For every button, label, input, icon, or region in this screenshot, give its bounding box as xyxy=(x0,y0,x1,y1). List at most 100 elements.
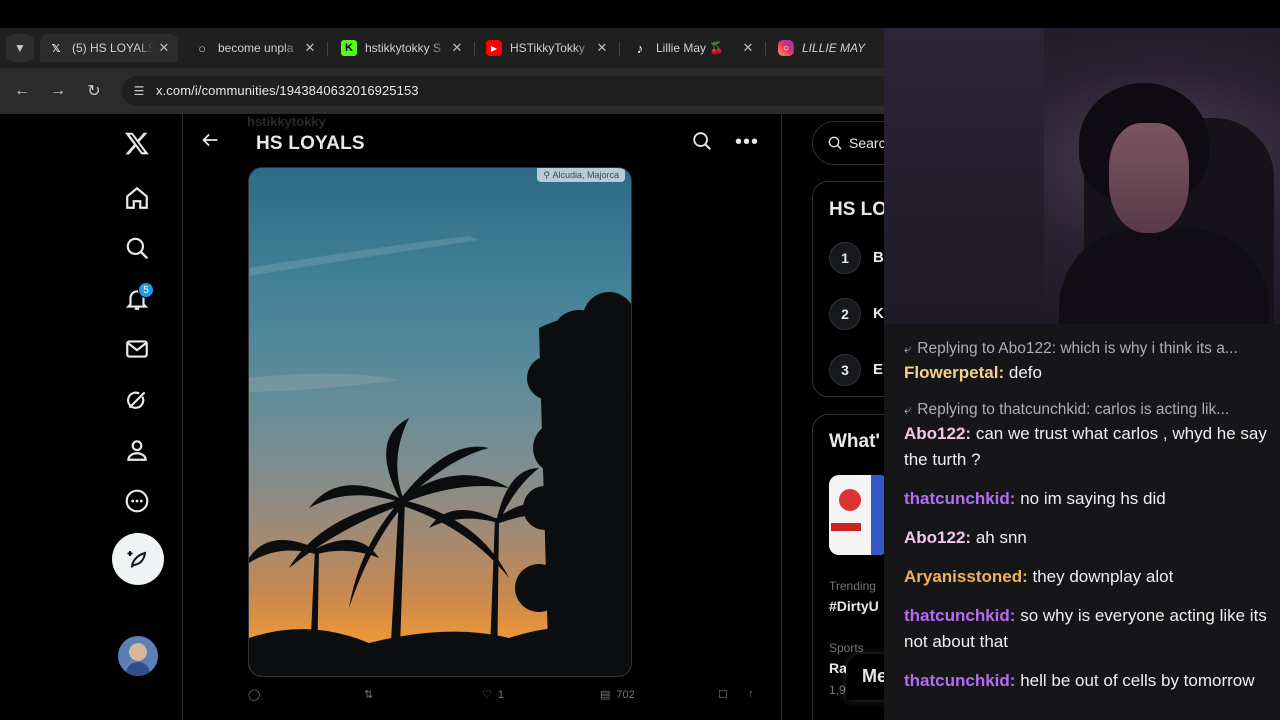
kick-logo-icon: K xyxy=(341,40,357,56)
like-button[interactable]: ♡ 1 xyxy=(482,688,504,702)
tab-hstikkytokky-kick[interactable]: K hstikkytokky S ✕ xyxy=(333,34,471,62)
tab-title: become unpla xyxy=(218,41,294,55)
url-text: x.com/i/communities/1943840632016925153 xyxy=(156,83,419,98)
more-options-icon[interactable]: ••• xyxy=(735,130,759,154)
community-leaderboard-card: HS LO 1 B 2 K 3 E xyxy=(812,181,884,397)
chat-username[interactable]: Aryanisstoned xyxy=(904,567,1022,586)
trend-category: Sports xyxy=(829,641,864,655)
chat-username[interactable]: Abo122 xyxy=(904,528,965,547)
chat-message: Abo122: ah snn xyxy=(904,525,1272,551)
address-bar: ← → ↻ ☰ x.com/i/communities/194384063201… xyxy=(0,68,884,114)
chat-message-text: defo xyxy=(1008,363,1042,382)
palm-tree-silhouette xyxy=(249,236,631,676)
tab-separator xyxy=(765,42,766,56)
card-heading: What' xyxy=(829,431,880,452)
youtube-logo-icon: ▶ xyxy=(486,40,502,56)
explore-search-icon[interactable] xyxy=(117,228,157,268)
community-header: hstikkytokky HS LOYALS ••• xyxy=(183,114,781,168)
profile-icon[interactable] xyxy=(117,430,157,470)
tab-title: (5) HS LOYALS xyxy=(72,41,154,55)
chat-message-body: thatcunchkid: so why is everyone acting … xyxy=(904,606,1267,651)
bookmark-icon[interactable]: ☐ xyxy=(718,688,728,701)
reply-arrow-icon: ⤶ xyxy=(904,402,912,417)
chat-username[interactable]: thatcunchkid xyxy=(904,606,1010,625)
chat-message: thatcunchkid: so why is everyone acting … xyxy=(904,603,1272,655)
card-heading: HS LO xyxy=(829,199,884,220)
chat-username[interactable]: thatcunchkid xyxy=(904,671,1010,690)
rank-member-name[interactable]: B xyxy=(873,249,884,266)
tab-separator xyxy=(474,42,475,56)
chat-message-body: Flowerpetal: defo xyxy=(904,363,1042,382)
community-search-icon[interactable] xyxy=(691,130,715,154)
back-arrow-icon[interactable] xyxy=(199,129,221,151)
tab-lillie-may-instagram[interactable]: ○ LILLIE MAY xyxy=(770,34,884,62)
url-field[interactable]: ☰ x.com/i/communities/194384063201692515… xyxy=(122,76,884,106)
community-timeline: hstikkytokky HS LOYALS ••• ⚲ Alcudia, Ma… xyxy=(182,114,782,720)
analytics-icon: ▤ xyxy=(600,689,611,701)
reply-context[interactable]: ⤶ Replying to thatcunchkid: carlos is act… xyxy=(904,399,1272,421)
sidebar-nav: 5 xyxy=(0,114,182,720)
reply-icon[interactable]: ◯ xyxy=(248,688,260,701)
trend-name[interactable]: #DirtyU xyxy=(829,598,879,614)
x-page: 5 hstikkytokky HS LOYALS ••• ⚲ Alcudia, … xyxy=(0,114,884,720)
account-avatar[interactable] xyxy=(118,636,158,676)
rank-member-name[interactable]: E xyxy=(873,361,883,378)
news-thumbnail[interactable] xyxy=(829,475,884,555)
stream-chat-overlay: ⤶ Replying to Abo122: which is why i thin… xyxy=(884,324,1280,720)
reload-icon[interactable]: ↻ xyxy=(83,80,105,102)
chat-username[interactable]: Abo122 xyxy=(904,424,965,443)
chat-username[interactable]: thatcunchkid xyxy=(904,489,1010,508)
x-logo-icon: 𝕏 xyxy=(51,42,61,55)
rank-member-name[interactable]: K xyxy=(873,305,884,322)
chat-message-body: thatcunchkid: no im saying hs did xyxy=(904,489,1166,508)
close-icon[interactable]: ✕ xyxy=(154,40,174,56)
feather-plus-icon xyxy=(127,551,147,568)
post-media-image[interactable]: ⚲ Alcudia, Majorca xyxy=(248,167,632,677)
chat-message: ⤶ Replying to thatcunchkid: carlos is act… xyxy=(904,399,1272,473)
tab-become-unpla[interactable]: ○ become unpla ✕ xyxy=(186,34,324,62)
reply-arrow-icon: ⤶ xyxy=(904,341,912,356)
close-icon[interactable]: ✕ xyxy=(738,40,758,56)
post-actions: ◯ ⇅ ♡ 1 ▤ 702 ☐ ↑ xyxy=(248,688,768,708)
x-logo-icon[interactable] xyxy=(117,123,157,163)
compose-post-button[interactable] xyxy=(112,533,164,585)
chat-message: thatcunchkid: hell be out of cells by to… xyxy=(904,668,1272,694)
more-circle-icon[interactable] xyxy=(117,481,157,521)
webcam-overlay xyxy=(884,28,1280,324)
forward-icon[interactable]: → xyxy=(47,80,69,102)
chat-message: ⤶ Replying to Abo122: which is why i thin… xyxy=(904,338,1272,386)
tab-hstikkytokky-youtube[interactable]: ▶ HSTikkyTokky ✕ xyxy=(478,34,616,62)
views-button[interactable]: ▤ 702 xyxy=(600,688,635,702)
rank-badge: 3 xyxy=(829,354,861,386)
rank-badge: 1 xyxy=(829,242,861,274)
messages-envelope-icon[interactable] xyxy=(117,329,157,369)
close-icon[interactable]: ✕ xyxy=(447,40,467,56)
reply-context-text: Replying to Abo122: which is why i think… xyxy=(917,340,1238,357)
close-icon[interactable]: ✕ xyxy=(592,40,612,56)
tiktok-logo-icon: ♪ xyxy=(636,40,644,56)
chat-username[interactable]: Flowerpetal xyxy=(904,363,998,382)
tab-search-menu-button[interactable]: ▼ xyxy=(6,34,34,62)
repost-icon[interactable]: ⇅ xyxy=(364,688,373,701)
close-icon[interactable]: ✕ xyxy=(300,40,320,56)
back-icon[interactable]: ← xyxy=(11,80,33,102)
tab-title: hstikkytokky S xyxy=(365,41,442,55)
like-count: 1 xyxy=(497,688,504,701)
trend-name[interactable]: Ra xyxy=(829,660,847,676)
tab-separator xyxy=(619,42,620,56)
right-sidebar: Search HS LO 1 B 2 K 3 E What' Trending … xyxy=(812,114,884,720)
site-info-icon[interactable]: ☰ xyxy=(130,82,148,100)
location-tag: ⚲ Alcudia, Majorca xyxy=(537,168,625,182)
chat-message-body: thatcunchkid: hell be out of cells by to… xyxy=(904,671,1255,690)
browser-tab-strip: ▼ 𝕏 (5) HS LOYALS ✕ ○ become unpla ✕ K h… xyxy=(0,28,884,68)
tab-hs-loyals[interactable]: 𝕏 (5) HS LOYALS ✕ xyxy=(40,34,178,62)
instagram-logo-icon: ○ xyxy=(778,40,794,56)
home-icon[interactable] xyxy=(117,178,157,218)
reply-context[interactable]: ⤶ Replying to Abo122: which is why i thin… xyxy=(904,338,1272,360)
grok-icon[interactable] xyxy=(117,380,157,420)
chat-message-text: they downplay alot xyxy=(1032,567,1174,586)
messages-drawer[interactable]: Me xyxy=(846,654,884,700)
search-input[interactable]: Search xyxy=(812,121,884,165)
tab-lillie-may-tiktok[interactable]: ♪ Lillie May 🍒 ✕ xyxy=(624,34,762,62)
share-icon[interactable]: ↑ xyxy=(748,688,754,700)
